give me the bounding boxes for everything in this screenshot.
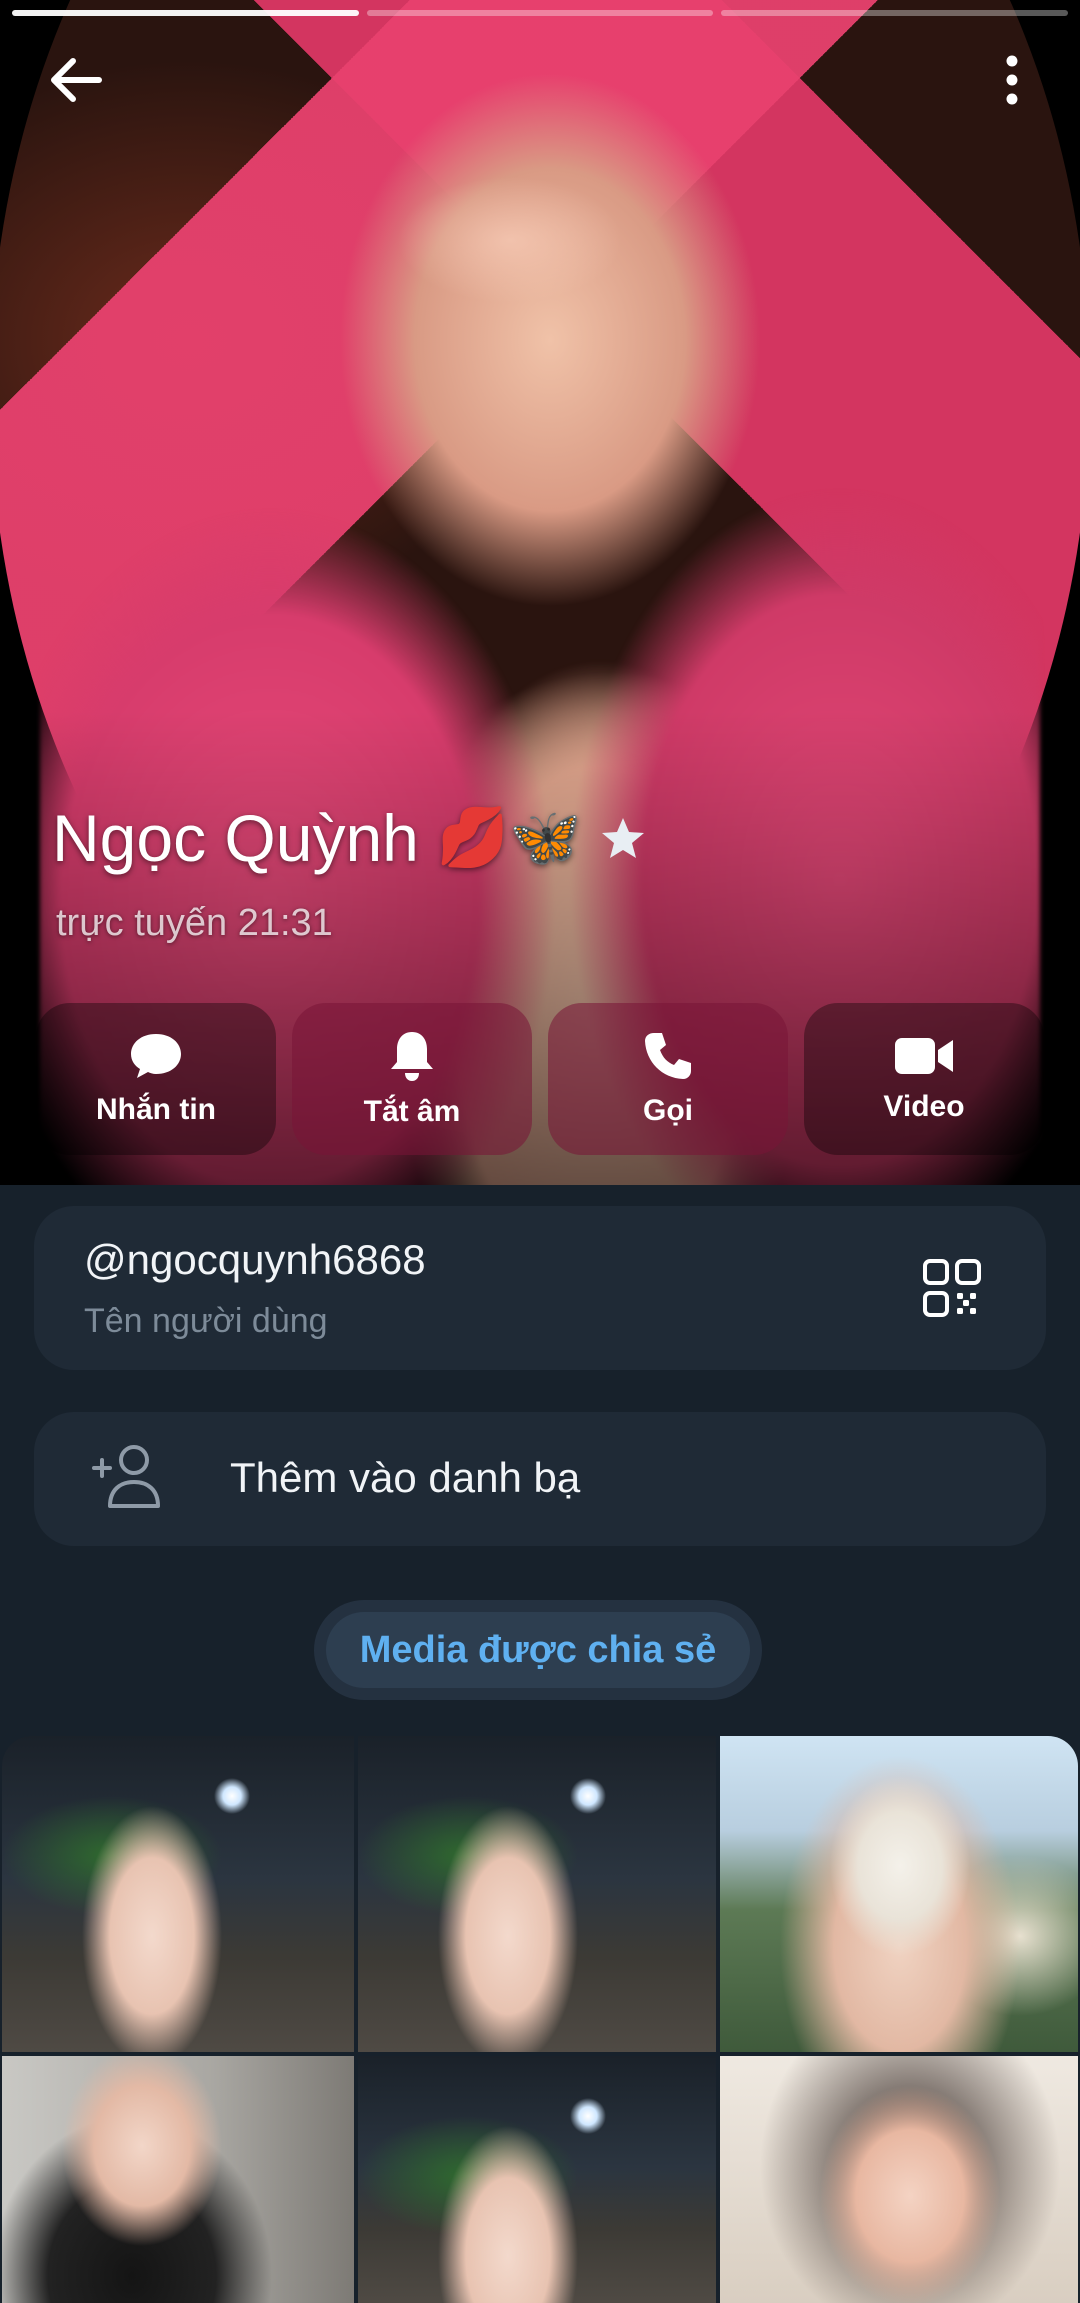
phone-icon xyxy=(645,1033,691,1079)
back-button[interactable] xyxy=(36,40,116,120)
story-bar xyxy=(366,10,714,16)
mute-button[interactable]: Tắt âm xyxy=(292,1003,532,1155)
chat-bubble-icon xyxy=(131,1034,181,1078)
media-thumbnail[interactable] xyxy=(358,2056,716,2303)
profile-name: Ngọc Quỳnh 💋🦋 xyxy=(52,800,647,876)
story-bar xyxy=(12,10,359,16)
online-status: trực tuyến 21:31 xyxy=(56,902,333,944)
add-user-icon xyxy=(92,1445,160,1508)
profile-actions: Nhắn tin Tắt âm Gọi Video xyxy=(0,1003,1080,1155)
mute-label: Tắt âm xyxy=(363,1095,461,1128)
shared-media-grid xyxy=(0,1736,1080,2303)
qr-code-icon xyxy=(923,1259,981,1317)
video-camera-icon xyxy=(895,1038,953,1074)
story-progress-bars xyxy=(12,10,1069,16)
profile-cover[interactable]: Ngọc Quỳnh 💋🦋 trực tuyến 21:31 Nhắn tin … xyxy=(0,0,1080,1185)
premium-star-icon[interactable] xyxy=(599,815,647,861)
username-card[interactable]: @ngocquynh6868 Tên người dùng xyxy=(34,1206,1046,1370)
more-options-button[interactable] xyxy=(972,40,1052,120)
video-label: Video xyxy=(883,1090,965,1123)
message-button[interactable]: Nhắn tin xyxy=(36,1003,276,1155)
call-button[interactable]: Gọi xyxy=(548,1003,788,1155)
profile-name-text: Ngọc Quỳnh xyxy=(52,801,419,875)
media-thumbnail[interactable] xyxy=(2,2056,354,2303)
add-contact-card[interactable]: Thêm vào danh bạ xyxy=(34,1412,1046,1546)
story-bar xyxy=(721,10,1069,16)
username-caption: Tên người dùng xyxy=(84,1302,328,1340)
add-contact-label: Thêm vào danh bạ xyxy=(230,1454,581,1501)
username[interactable]: @ngocquynh6868 xyxy=(84,1236,426,1284)
shared-media-header: Media được chia sẻ xyxy=(314,1600,762,1700)
media-thumbnail[interactable] xyxy=(358,1736,716,2052)
shared-media-tab[interactable]: Media được chia sẻ xyxy=(326,1612,750,1688)
media-thumbnail[interactable] xyxy=(720,1736,1078,2052)
arrow-left-icon xyxy=(51,58,102,102)
media-thumbnail[interactable] xyxy=(720,2056,1078,2303)
more-vertical-icon xyxy=(1006,55,1018,105)
media-thumbnail[interactable] xyxy=(2,1736,354,2052)
video-call-button[interactable]: Video xyxy=(804,1003,1044,1155)
bell-icon xyxy=(391,1032,433,1081)
profile-name-emoji: 💋🦋 xyxy=(436,805,582,870)
message-label: Nhắn tin xyxy=(96,1093,216,1126)
call-label: Gọi xyxy=(643,1094,693,1127)
qr-code-button[interactable] xyxy=(922,1258,982,1318)
